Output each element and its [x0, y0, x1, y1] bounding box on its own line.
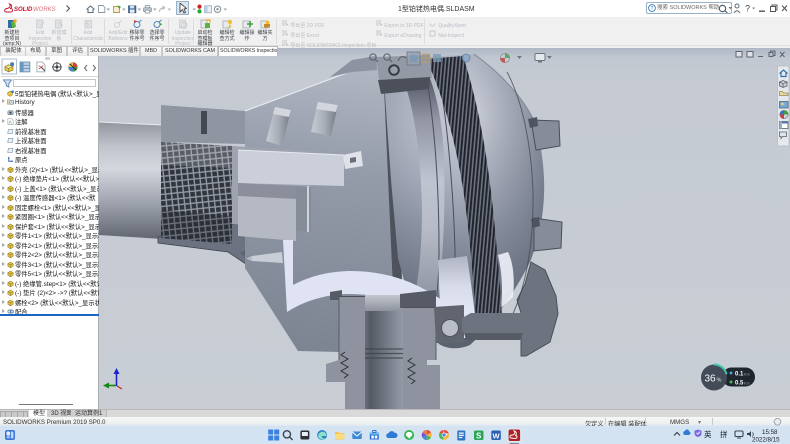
svg-text:5: 5: [86, 22, 89, 28]
svg-text:拼: 拼: [720, 429, 728, 439]
svg-text:0.5: 0.5: [735, 381, 744, 387]
svg-text:WORKS: WORKS: [33, 7, 56, 13]
svg-text:0.1: 0.1: [735, 372, 744, 378]
svg-text:英: 英: [704, 429, 712, 439]
svg-text:S: S: [476, 432, 482, 441]
svg-text:K/s: K/s: [744, 372, 750, 377]
svg-text:SOLID: SOLID: [14, 7, 33, 13]
svg-text:?: ?: [650, 6, 653, 12]
svg-text:36: 36: [705, 374, 717, 385]
svg-text:%: %: [717, 378, 722, 384]
svg-text:15:58: 15:58: [762, 429, 778, 436]
svg-text:K/s: K/s: [744, 381, 750, 386]
svg-text:?: ?: [745, 4, 750, 14]
svg-text:W: W: [493, 431, 501, 440]
svg-text:2022/8/15: 2022/8/15: [752, 437, 780, 444]
